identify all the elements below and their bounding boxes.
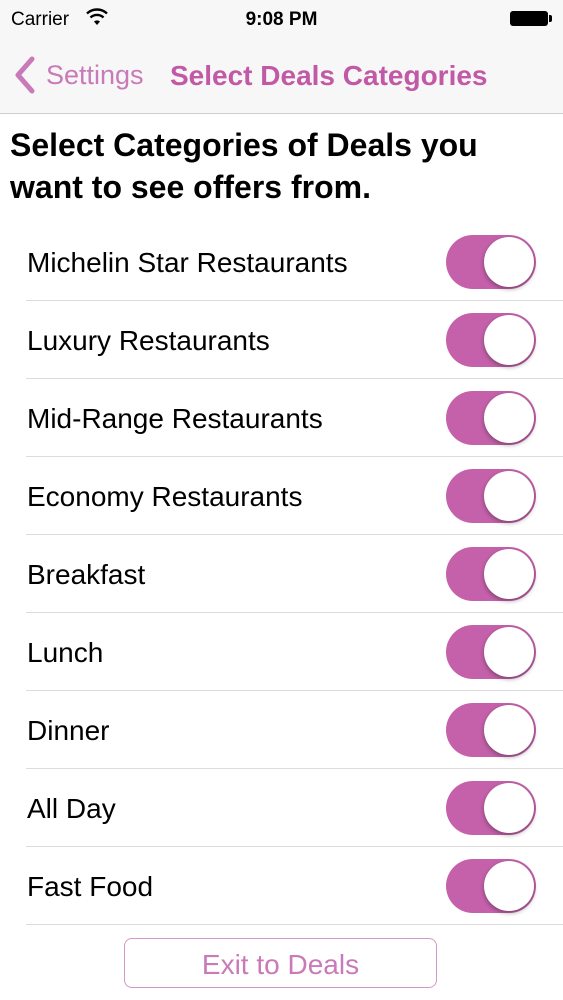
clock: 9:08 PM xyxy=(245,9,318,30)
category-row-michelin: Michelin Star Restaurants xyxy=(26,223,563,301)
category-row-mid-range: Mid-Range Restaurants xyxy=(26,379,563,457)
category-label: Fast Food xyxy=(27,871,154,902)
all-day-toggle[interactable] xyxy=(446,781,536,835)
mid-range-toggle[interactable] xyxy=(446,391,536,445)
navigation-bar: Settings Select Deals Categories xyxy=(0,38,563,114)
category-label: Michelin Star Restaurants xyxy=(27,247,348,278)
michelin-toggle[interactable] xyxy=(446,235,536,289)
category-label: Mid-Range Restaurants xyxy=(27,403,323,434)
category-label: Luxury Restaurants xyxy=(27,325,270,356)
category-label: All Day xyxy=(27,793,116,824)
category-row-breakfast: Breakfast xyxy=(26,535,563,613)
category-label: Dinner xyxy=(27,715,110,746)
dinner-toggle[interactable] xyxy=(446,703,536,757)
category-row-economy: Economy Restaurants xyxy=(26,457,563,535)
back-button[interactable]: Settings xyxy=(12,54,144,96)
category-list: Michelin Star Restaurants Luxury Restaur… xyxy=(0,223,563,925)
luxury-toggle[interactable] xyxy=(446,313,536,367)
battery-icon xyxy=(510,11,552,26)
fast-food-toggle[interactable] xyxy=(446,859,536,913)
category-row-lunch: Lunch xyxy=(26,613,563,691)
category-label: Lunch xyxy=(27,637,104,668)
category-label: Economy Restaurants xyxy=(27,481,303,512)
back-label: Settings xyxy=(46,59,144,90)
lunch-toggle[interactable] xyxy=(446,625,536,679)
chevron-left-icon xyxy=(15,56,35,94)
category-row-dinner: Dinner xyxy=(26,691,563,769)
category-row-luxury: Luxury Restaurants xyxy=(26,301,563,379)
category-label: Breakfast xyxy=(27,559,146,590)
status-bar: Carrier 9:08 PM xyxy=(0,0,563,38)
category-row-all-day: All Day xyxy=(26,769,563,847)
breakfast-toggle[interactable] xyxy=(446,547,536,601)
section-heading: Select Categories of Deals you want to s… xyxy=(10,127,478,205)
economy-toggle[interactable] xyxy=(446,469,536,523)
page-title: Select Deals Categories xyxy=(170,60,488,91)
category-row-fast-food: Fast Food xyxy=(26,847,563,925)
exit-to-deals-button[interactable]: Exit to Deals xyxy=(124,938,437,988)
